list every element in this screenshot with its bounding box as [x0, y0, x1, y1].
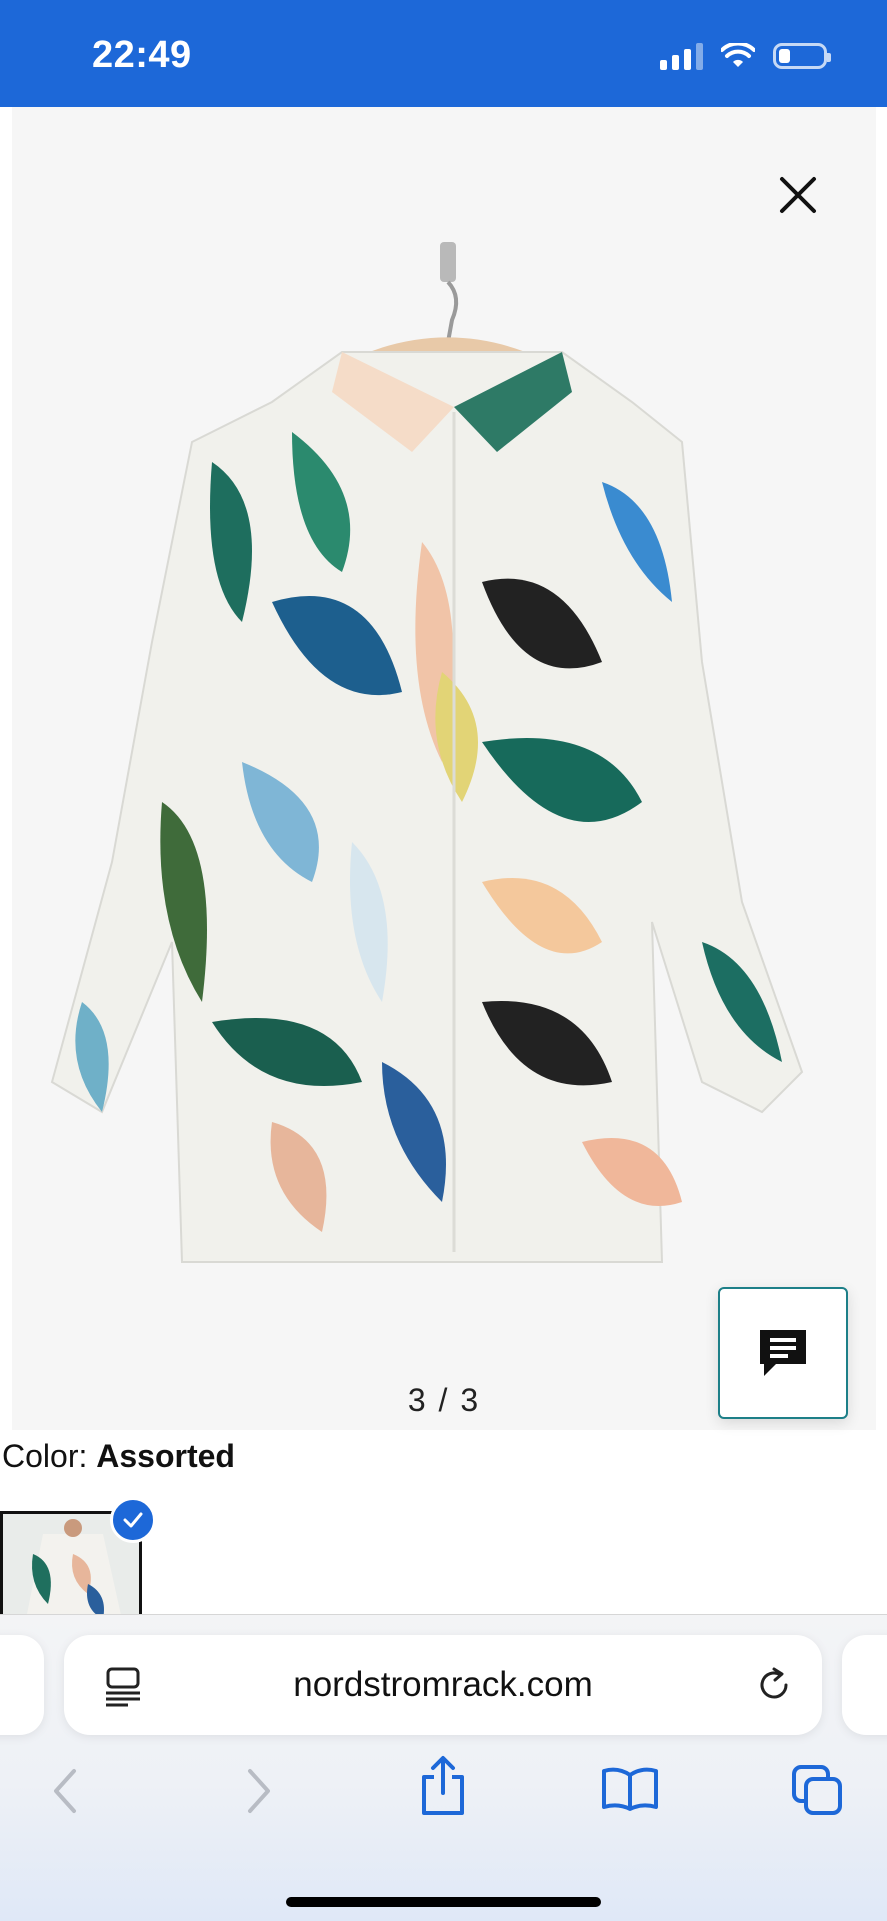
- home-indicator[interactable]: [286, 1897, 601, 1907]
- status-time: 22:49: [92, 34, 192, 76]
- checkmark-icon: [123, 1512, 143, 1528]
- next-tab-preview[interactable]: [842, 1635, 887, 1735]
- product-image[interactable]: [42, 242, 862, 1402]
- signal-icon: [660, 42, 703, 70]
- color-label: Color:: [2, 1438, 88, 1474]
- share-icon[interactable]: [418, 1755, 468, 1817]
- bookmarks-icon[interactable]: [600, 1765, 660, 1813]
- previous-tab-preview[interactable]: [0, 1635, 44, 1735]
- tabs-icon[interactable]: [790, 1763, 844, 1817]
- status-icons: [660, 42, 831, 70]
- browser-chrome: nordstromrack.com: [0, 1614, 887, 1921]
- reload-icon[interactable]: [754, 1665, 794, 1705]
- color-value: Assorted: [96, 1438, 235, 1474]
- forward-icon[interactable]: [240, 1763, 276, 1819]
- chat-button[interactable]: [718, 1287, 848, 1419]
- close-icon[interactable]: [772, 169, 824, 221]
- back-icon[interactable]: [48, 1763, 84, 1819]
- url-text[interactable]: nordstromrack.com: [64, 1665, 822, 1705]
- address-bar[interactable]: nordstromrack.com: [64, 1635, 822, 1735]
- battery-level: [779, 49, 790, 63]
- product-gallery[interactable]: 3 / 3: [12, 107, 876, 1430]
- battery-icon: [773, 43, 831, 69]
- chat-icon: [760, 1330, 806, 1376]
- selected-check: [110, 1497, 156, 1543]
- color-row: Color: Assorted: [2, 1438, 235, 1475]
- status-bar: 22:49: [0, 0, 887, 107]
- wifi-icon: [721, 43, 755, 67]
